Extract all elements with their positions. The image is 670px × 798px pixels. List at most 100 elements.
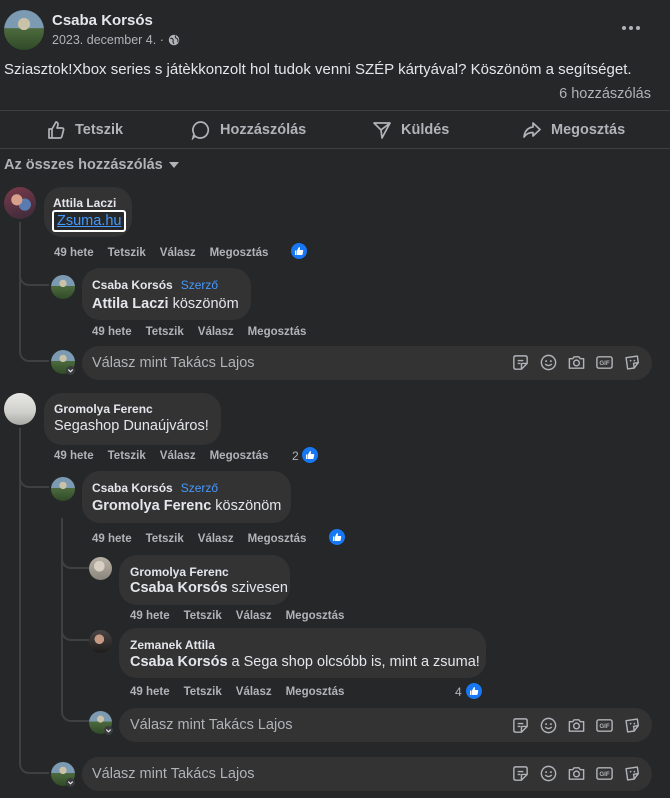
reply-text: Attila Laczi köszönöm [92,296,239,312]
reply-time[interactable]: 49 hete [92,326,132,338]
sticker-icon[interactable] [511,353,530,372]
reply-mention[interactable]: Csaba Korsós [130,580,228,596]
like-reaction-icon[interactable] [328,528,346,546]
reply-author[interactable]: Gromolya Ferenc [130,565,229,579]
gif-icon[interactable]: GIF [595,353,614,372]
thread-line [61,518,63,708]
like-button[interactable]: Tetszik [46,120,123,140]
svg-text:GIF: GIF [599,360,609,367]
chevron-down-icon[interactable] [104,726,113,735]
like-button-label: Tetszik [75,122,124,138]
emoji-icon[interactable] [539,764,558,783]
gif-icon[interactable]: GIF [595,764,614,783]
reply-mention[interactable]: Attila Laczi [92,296,169,312]
like-reaction-icon[interactable] [290,242,308,260]
reply-like-link[interactable]: Tetszik [184,686,222,698]
thread-line [61,700,89,722]
post-author-avatar[interactable] [4,10,44,50]
reaction-count[interactable]: 4 [455,685,462,699]
camera-icon[interactable] [567,716,586,735]
camera-icon[interactable] [567,764,586,783]
comment-reply-link[interactable]: Válasz [160,450,196,462]
share-button[interactable]: Megosztás [522,120,625,140]
reply-mention[interactable]: Gromolya Ferenc [92,498,211,514]
comment-author[interactable]: Gromolya Ferenc [54,402,153,416]
send-button[interactable]: Küldés [372,120,449,140]
send-icon [373,122,391,139]
share-button-label: Megosztás [551,122,626,138]
comment-button[interactable]: Hozzászólás [191,120,306,140]
post-date[interactable]: 2023. december 4. · [52,33,180,47]
reply-time[interactable]: 49 hete [130,610,170,622]
reply-input-tools: GIF [511,764,642,783]
reply-avatar[interactable] [89,630,112,653]
reply-text: Csaba Korsós a Sega shop olcsóbb is, min… [130,654,480,670]
avatar-sticker-icon[interactable] [623,764,642,783]
reply-share-link[interactable]: Megosztás [248,533,307,545]
comment-filter-dropdown[interactable]: Az összes hozzászólás [4,157,179,173]
reply-mention[interactable]: Csaba Korsós [130,654,228,670]
comment-share-link[interactable]: Megosztás [210,450,269,462]
emoji-icon[interactable] [539,353,558,372]
reply-author-name[interactable]: Csaba Korsós [92,278,173,292]
comment-avatar[interactable] [4,393,36,425]
like-icon [48,121,65,139]
reply-bubble [82,471,291,523]
reply-input-placeholder: Válasz mint Takács Lajos [92,355,255,371]
chevron-down-icon[interactable] [66,778,75,787]
reply-avatar[interactable] [51,477,75,501]
comment-time[interactable]: 49 hete [54,247,94,259]
reply-avatar[interactable] [89,557,112,580]
globe-icon [168,34,180,46]
reply-input-tools: GIF [511,353,642,372]
reply-text-body: köszönöm [168,296,239,312]
comment-like-link[interactable]: Tetszik [108,450,146,462]
comment-reply-link[interactable]: Válasz [160,247,196,259]
post-text: Sziasztok!Xbox series s játèkkonzolt hol… [4,61,632,78]
like-reaction-icon[interactable] [301,446,319,464]
comment-like-link[interactable]: Tetszik [108,247,146,259]
thread-line [19,222,21,348]
reply-share-link[interactable]: Megosztás [286,686,345,698]
like-reaction-icon[interactable] [465,682,483,700]
reply-meta: 49 hete Tetszik Válasz Megosztás [92,533,320,545]
reply-like-link[interactable]: Tetszik [184,610,222,622]
sticker-icon[interactable] [511,764,530,783]
reply-share-link[interactable]: Megosztás [248,326,307,338]
reaction-count[interactable]: 2 [292,449,299,463]
more-options-icon[interactable] [622,26,640,30]
reply-reply-link[interactable]: Válasz [198,326,234,338]
comment-avatar[interactable] [4,187,36,219]
comment-author[interactable]: Attila Laczi [53,196,116,210]
thread-line [61,625,89,641]
reply-author[interactable]: Zemanek Attila [130,638,215,652]
comment-share-link[interactable]: Megosztás [210,247,269,259]
reply-time[interactable]: 49 hete [130,686,170,698]
reply-meta: 49 hete Tetszik Válasz Megosztás [130,686,358,698]
comment-count[interactable]: 6 hozzászólás [559,86,651,102]
reply-avatar[interactable] [51,275,75,299]
chevron-down-icon[interactable] [66,366,75,375]
reply-time[interactable]: 49 hete [92,533,132,545]
reply-like-link[interactable]: Tetszik [146,326,184,338]
share-icon [523,122,541,138]
camera-icon[interactable] [567,353,586,372]
reply-author-name[interactable]: Csaba Korsós [92,481,173,495]
reply-text: Gromolya Ferenc köszönöm [92,498,281,514]
avatar-sticker-icon[interactable] [623,716,642,735]
emoji-icon[interactable] [539,716,558,735]
comment-meta: 49 hete Tetszik Válasz Megosztás [54,247,282,259]
thread-line [19,750,49,774]
post-author-name[interactable]: Csaba Korsós [52,12,153,29]
comment-time[interactable]: 49 hete [54,450,94,462]
gif-icon[interactable]: GIF [595,716,614,735]
sticker-icon[interactable] [511,716,530,735]
reply-text-body: köszönöm [211,498,282,514]
reply-share-link[interactable]: Megosztás [286,610,345,622]
reply-reply-link[interactable]: Válasz [198,533,234,545]
reply-reply-link[interactable]: Válasz [236,610,272,622]
avatar-sticker-icon[interactable] [623,353,642,372]
reply-like-link[interactable]: Tetszik [146,533,184,545]
reply-reply-link[interactable]: Válasz [236,686,272,698]
comment-link[interactable]: Zsuma.hu [52,210,127,232]
